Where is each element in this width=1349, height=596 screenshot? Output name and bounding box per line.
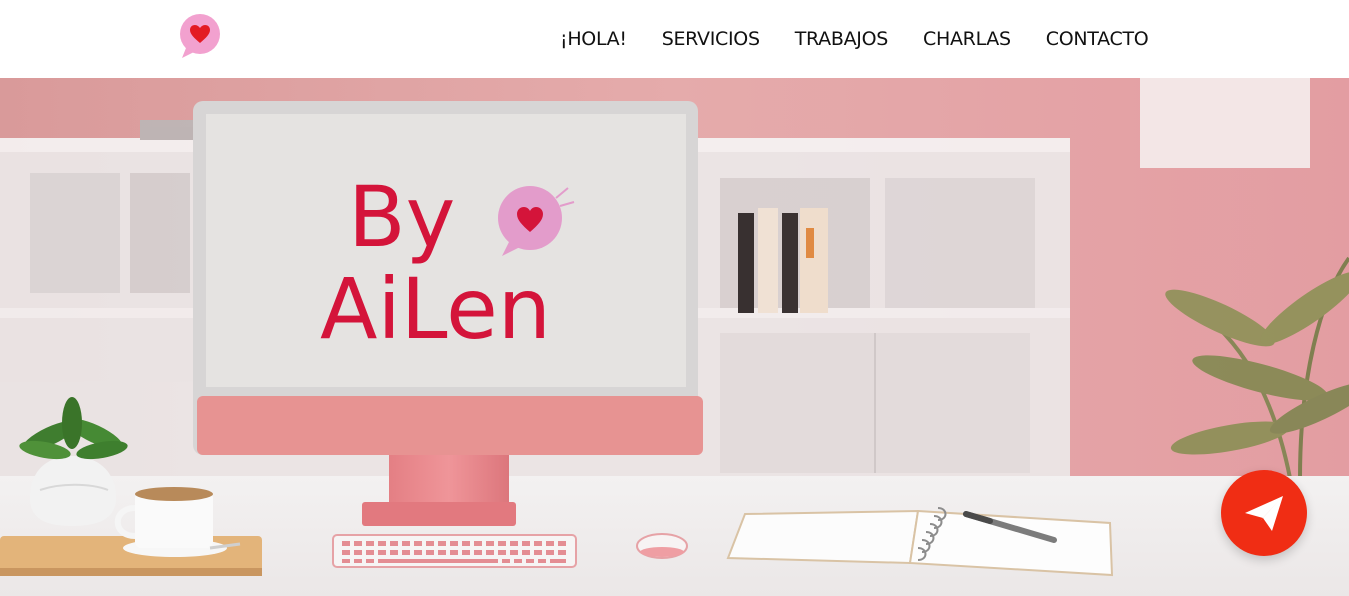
nav-servicios[interactable]: SERVICIOS bbox=[662, 28, 760, 50]
nav-hola[interactable]: ¡HOLA! bbox=[560, 28, 627, 50]
window bbox=[1140, 78, 1310, 168]
main-nav: ¡HOLA! SERVICIOS TRABAJOS CHARLAS CONTAC… bbox=[560, 0, 1149, 78]
hero-illustration: By AiLen bbox=[0, 78, 1349, 596]
site-header: ¡HOLA! SERVICIOS TRABAJOS CHARLAS CONTAC… bbox=[0, 0, 1349, 78]
hero-banner: By AiLen bbox=[0, 78, 1349, 596]
nav-contacto[interactable]: CONTACTO bbox=[1046, 28, 1149, 50]
monitor: By AiLen bbox=[193, 101, 703, 455]
paper-plane-icon bbox=[1245, 496, 1283, 531]
screen-logo-line1: By bbox=[348, 168, 455, 266]
send-message-button[interactable] bbox=[1221, 470, 1307, 556]
heart-speech-bubble-icon bbox=[180, 14, 220, 58]
keyboard bbox=[332, 534, 577, 568]
nav-charlas[interactable]: CHARLAS bbox=[923, 28, 1011, 50]
site-logo[interactable] bbox=[176, 12, 224, 60]
nav-trabajos[interactable]: TRABAJOS bbox=[795, 28, 889, 50]
mouse bbox=[636, 533, 688, 559]
screen-logo-line2: AiLen bbox=[320, 260, 551, 358]
